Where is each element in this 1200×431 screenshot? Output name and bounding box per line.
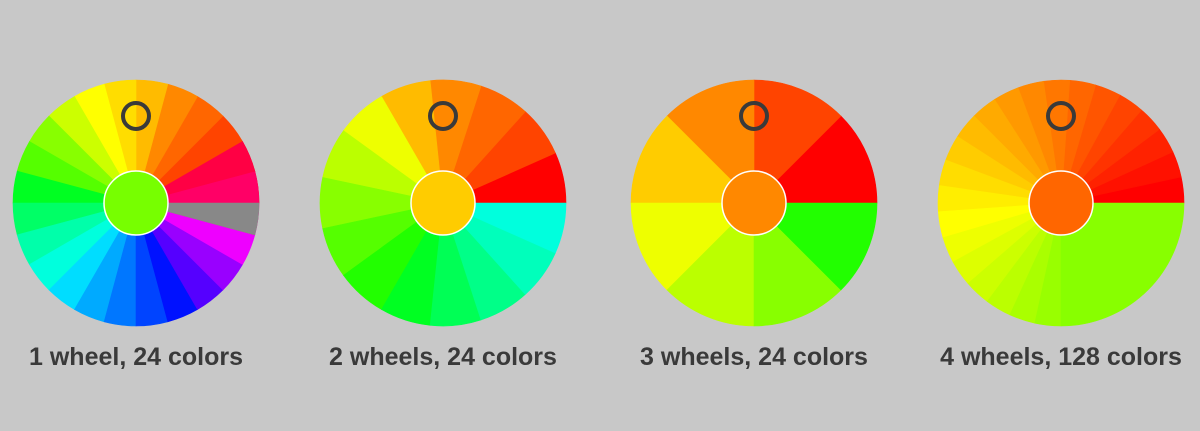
color-wheel-comparison: 1 wheel, 24 colors 2 wheels, 24 colors 3…: [0, 0, 1200, 431]
wheel-caption-3: 3 wheels, 24 colors: [640, 343, 868, 371]
wheel-3-center-color: [721, 170, 787, 236]
wheel-4-center-color: [1028, 170, 1094, 236]
wheel-1-center-color: [103, 170, 169, 236]
wheel-caption-2: 2 wheels, 24 colors: [329, 343, 557, 371]
wheel-2-center-color: [410, 170, 476, 236]
wheel-caption-4: 4 wheels, 128 colors: [940, 343, 1182, 371]
wheel-caption-1: 1 wheel, 24 colors: [29, 343, 243, 371]
